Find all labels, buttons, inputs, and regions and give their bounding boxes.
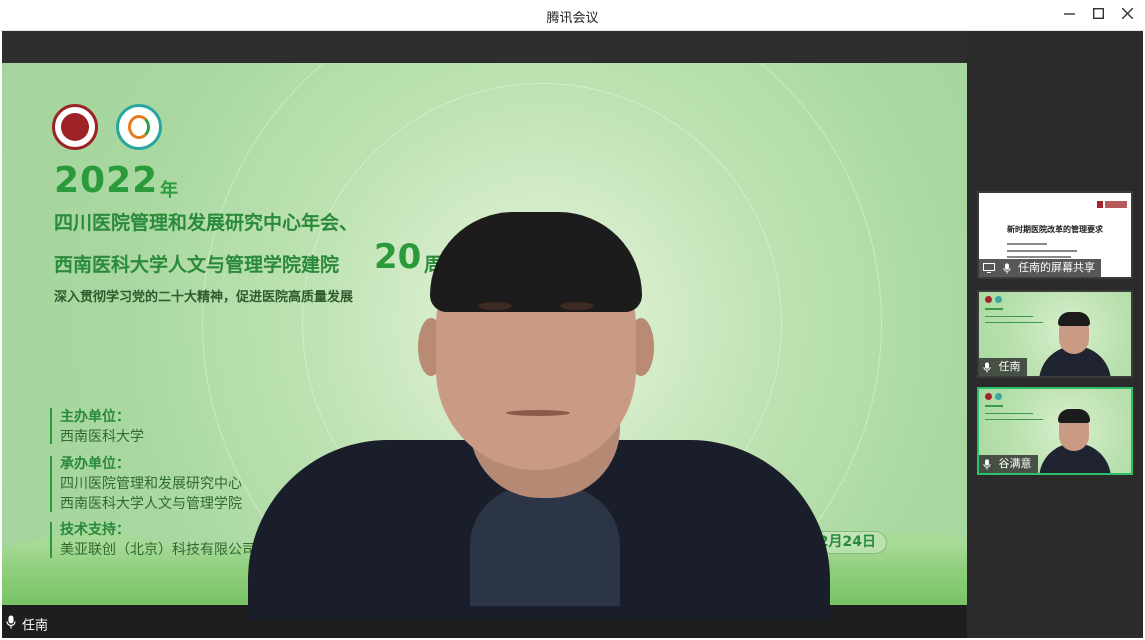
mic-icon (983, 361, 991, 373)
co-organizer-value-2: 西南医科大学人文与管理学院 (60, 496, 242, 512)
co-organizer-label: 承办单位： (60, 456, 130, 472)
screen-share-icon (983, 263, 995, 273)
window-title: 腾讯会议 (546, 11, 599, 26)
center-logo (116, 104, 162, 150)
tech-support-value: 美亚联创（北京）科技有限公司 (60, 542, 256, 558)
speaker-mouth (506, 410, 570, 416)
mic-icon (6, 614, 16, 638)
minimize-icon[interactable] (1056, 4, 1082, 26)
thumb-logo (985, 296, 992, 303)
close-icon[interactable] (1114, 4, 1140, 26)
share-slide-logo (1097, 201, 1127, 208)
speaker-sweater (470, 486, 620, 606)
thumb-slide-line (985, 413, 1033, 414)
participant-hair (1058, 409, 1090, 423)
tech-support-label: 技术支持： (60, 522, 130, 538)
info-divider (50, 456, 52, 512)
organizer-label: 主办单位： (60, 409, 130, 425)
slide-title-line2: 西南医科大学人文与管理学院建院 (54, 254, 340, 276)
info-divider (50, 408, 52, 444)
maximize-icon[interactable] (1085, 4, 1111, 26)
share-slide-title: 新时期医院改革的管理要求 (1007, 225, 1103, 234)
slide-subtitle: 深入贯彻学习党的二十大精神，促进医院高质量发展 (54, 290, 354, 305)
main-speaker-name: 任南 (22, 618, 49, 634)
co-organizer-value-1: 四川医院管理和发展研究中心 (60, 476, 242, 492)
screen-share-tile[interactable]: 新时期医院改革的管理要求 任南的屏幕共享 (977, 191, 1133, 279)
participant-tile-active[interactable]: 谷满意 (977, 387, 1133, 475)
thumb-logo (995, 393, 1002, 400)
slide-year: 2022 (54, 160, 159, 201)
university-logo (52, 104, 98, 150)
thumb-slide-line (985, 419, 1043, 420)
thumb-slide-line (985, 316, 1033, 317)
screen-share-label: 任南的屏幕共享 (979, 259, 1101, 277)
speaker-eye (478, 302, 512, 310)
thumb-slide-line (985, 405, 1003, 407)
title-bar: 腾讯会议 (0, 0, 1145, 31)
main-speaker-nametag: 任南 (2, 614, 57, 638)
share-slide-text-line (1007, 256, 1071, 258)
thumb-slide-line (985, 308, 1003, 310)
participant-tile[interactable]: 任南 (977, 290, 1133, 378)
thumb-logo (995, 296, 1002, 303)
mic-icon (983, 458, 991, 470)
mic-icon (1002, 262, 1011, 274)
slide-title-line1: 四川医院管理和发展研究中心年会、 (54, 212, 359, 234)
stage-top-band (2, 31, 967, 63)
speaker-eye (560, 302, 594, 310)
thumb-logo (985, 393, 992, 400)
share-slide-text-line (1007, 243, 1047, 245)
participant-name: 任南 (998, 360, 1021, 373)
slide-year-suffix: 年 (160, 180, 178, 201)
participant-name: 谷满意 (998, 457, 1032, 470)
participant-label: 谷满意 (979, 455, 1038, 473)
organizer-value: 西南医科大学 (60, 429, 144, 445)
info-divider (50, 522, 52, 558)
participant-hair (1058, 312, 1090, 326)
slide-title-number: 20 (374, 237, 422, 277)
share-slide-text-line (1007, 250, 1077, 252)
thumb-slide-line (985, 322, 1043, 323)
participant-sidebar: 新时期医院改革的管理要求 任南的屏幕共享 任南 谷满意 (967, 31, 1143, 638)
screen-share-owner: 任南的屏幕共享 (1018, 261, 1095, 274)
participant-label: 任南 (979, 358, 1027, 376)
